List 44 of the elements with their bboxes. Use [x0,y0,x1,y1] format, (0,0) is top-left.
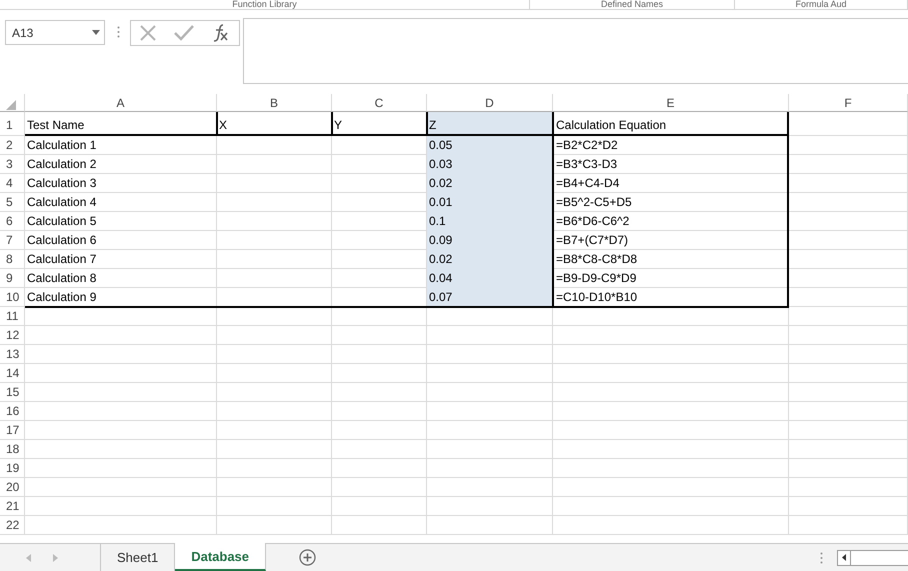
table-cell-text: =B4+C4-D4 [555,175,620,192]
table-cell-text: Calculation 1 [26,137,98,154]
table-cell-text: =B6*D6-C6^2 [555,213,630,230]
table-cell-text: Test Name [26,117,86,134]
sheet-tab[interactable]: Database [175,543,266,571]
more-options-icon[interactable] [117,26,120,38]
ribbon-group-label: Formula Aud [735,0,908,9]
table-cell-text: =B2*C2*D2 [555,137,619,154]
add-sheet-icon[interactable] [299,549,316,566]
dropdown-caret-icon[interactable] [92,30,100,35]
table-cell-text: Y [333,117,344,134]
table-cell-text: =B9-D9-C9*D9 [555,270,638,287]
table-cell-text: Calculation 6 [26,232,98,249]
table-cell-text: =B8*C8-C8*D8 [555,251,638,268]
table-cell-text: Calculation 3 [26,175,98,192]
horizontal-scrollbar[interactable] [837,550,908,566]
column-header[interactable]: D [427,94,553,112]
table-cell-text: Calculation 9 [26,289,98,306]
column-header[interactable]: E [553,94,789,112]
table-cell-text: Calculation 2 [26,156,98,173]
ribbon-group-label: Function Library [0,0,530,9]
cancel-icon[interactable] [139,24,158,42]
ribbon-group-label: Defined Names [530,0,735,9]
check-icon[interactable] [174,25,194,41]
table-cell-text: Calculation 8 [26,270,98,287]
table-cell-text: =B7+(C7*D7) [555,232,630,249]
select-all-icon[interactable] [6,100,16,110]
table-cell-text: =B5^2-C5+D5 [555,194,633,211]
table-cell-text: X [218,117,228,134]
table-cell-text: =B3*C3-D3 [555,156,618,173]
formula-input-field[interactable] [243,18,908,84]
column-header[interactable]: F [789,94,908,112]
column-header[interactable]: A [25,94,217,112]
scroll-right-icon[interactable] [53,554,58,562]
name-box[interactable]: A13 [5,20,105,45]
column-header[interactable]: C [332,94,427,112]
table-cell-text: Calculation 5 [26,213,98,230]
table-cell-text: Calculation 4 [26,194,98,211]
column-header[interactable]: B [217,94,332,112]
table-cell-text: =C10-D10*B10 [555,289,638,306]
table-cell-text: Calculation 7 [26,251,98,268]
more-options-icon[interactable] [820,552,823,564]
scroll-left-icon[interactable] [842,554,846,561]
table-cell-text: Calculation Equation [555,117,668,134]
